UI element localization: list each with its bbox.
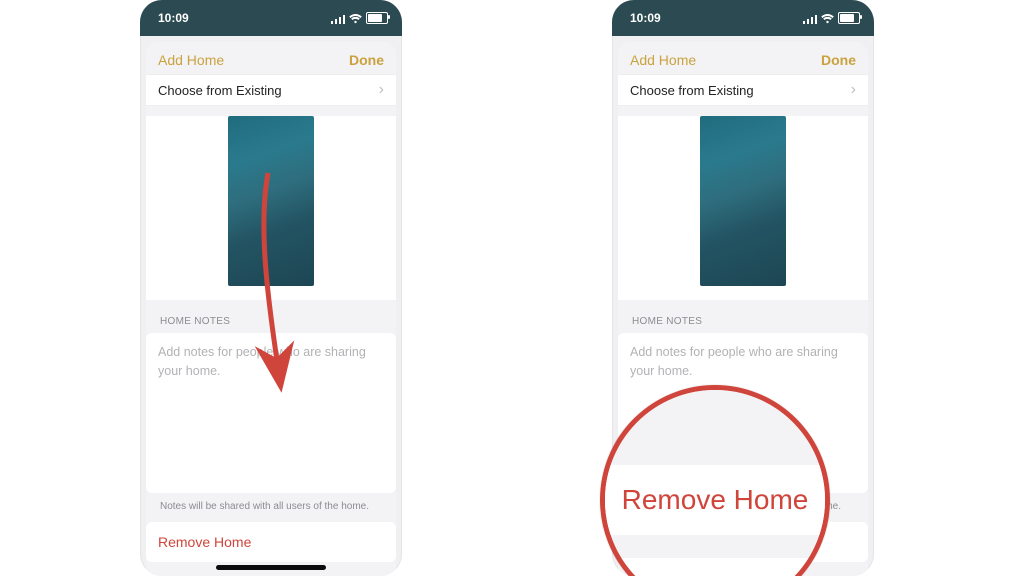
choose-from-existing-label: Choose from Existing [158, 83, 282, 98]
choose-from-existing-label: Choose from Existing [630, 83, 754, 98]
add-home-button[interactable]: Add Home [630, 52, 696, 68]
status-time: 10:09 [158, 11, 189, 25]
done-button[interactable]: Done [349, 52, 384, 68]
home-notes-placeholder: Add notes for people who are sharing you… [630, 345, 838, 378]
choose-from-existing-row[interactable]: Choose from Existing › [618, 74, 868, 106]
device-notch [688, 0, 798, 20]
home-indicator[interactable] [688, 565, 798, 570]
home-notes-input[interactable]: Add notes for people who are sharing you… [618, 333, 868, 493]
iphone-screenshot-left: 10:09 Add Home Done Choose from Existing… [140, 0, 402, 576]
home-wallpaper-thumbnail[interactable] [228, 116, 314, 286]
home-notes-section-label: HOME NOTES [618, 300, 868, 333]
battery-icon [366, 12, 388, 24]
battery-icon [838, 12, 860, 24]
status-icons [331, 12, 388, 24]
remove-home-button[interactable]: Remove Home [146, 522, 396, 562]
cellular-signal-icon [331, 13, 345, 23]
wifi-icon [349, 13, 362, 23]
iphone-screenshot-right: 10:09 Add Home Done Choose from Existing… [612, 0, 874, 576]
chevron-right-icon: › [851, 81, 856, 99]
sheet-header: Add Home Done [146, 42, 396, 74]
remove-home-label: Remove Home [630, 534, 723, 550]
home-notes-section-label: HOME NOTES [146, 300, 396, 333]
home-notes-input[interactable]: Add notes for people who are sharing you… [146, 333, 396, 493]
done-button[interactable]: Done [821, 52, 856, 68]
status-icons [803, 12, 860, 24]
add-home-button[interactable]: Add Home [158, 52, 224, 68]
choose-from-existing-row[interactable]: Choose from Existing › [146, 74, 396, 106]
home-indicator[interactable] [216, 565, 326, 570]
chevron-right-icon: › [379, 81, 384, 99]
remove-home-label: Remove Home [158, 534, 251, 550]
wallpaper-card [146, 116, 396, 300]
device-notch [216, 0, 326, 20]
remove-home-button[interactable]: Remove Home [618, 522, 868, 562]
home-wallpaper-thumbnail[interactable] [700, 116, 786, 286]
home-notes-placeholder: Add notes for people who are sharing you… [158, 345, 366, 378]
cellular-signal-icon [803, 13, 817, 23]
wallpaper-card [618, 116, 868, 300]
settings-sheet: Add Home Done Choose from Existing › HOM… [146, 42, 396, 576]
home-notes-footer: Notes will be shared with all users of t… [618, 493, 868, 522]
sheet-header: Add Home Done [618, 42, 868, 74]
status-time: 10:09 [630, 11, 661, 25]
wifi-icon [821, 13, 834, 23]
home-notes-footer: Notes will be shared with all users of t… [146, 493, 396, 522]
settings-sheet: Add Home Done Choose from Existing › HOM… [618, 42, 868, 576]
